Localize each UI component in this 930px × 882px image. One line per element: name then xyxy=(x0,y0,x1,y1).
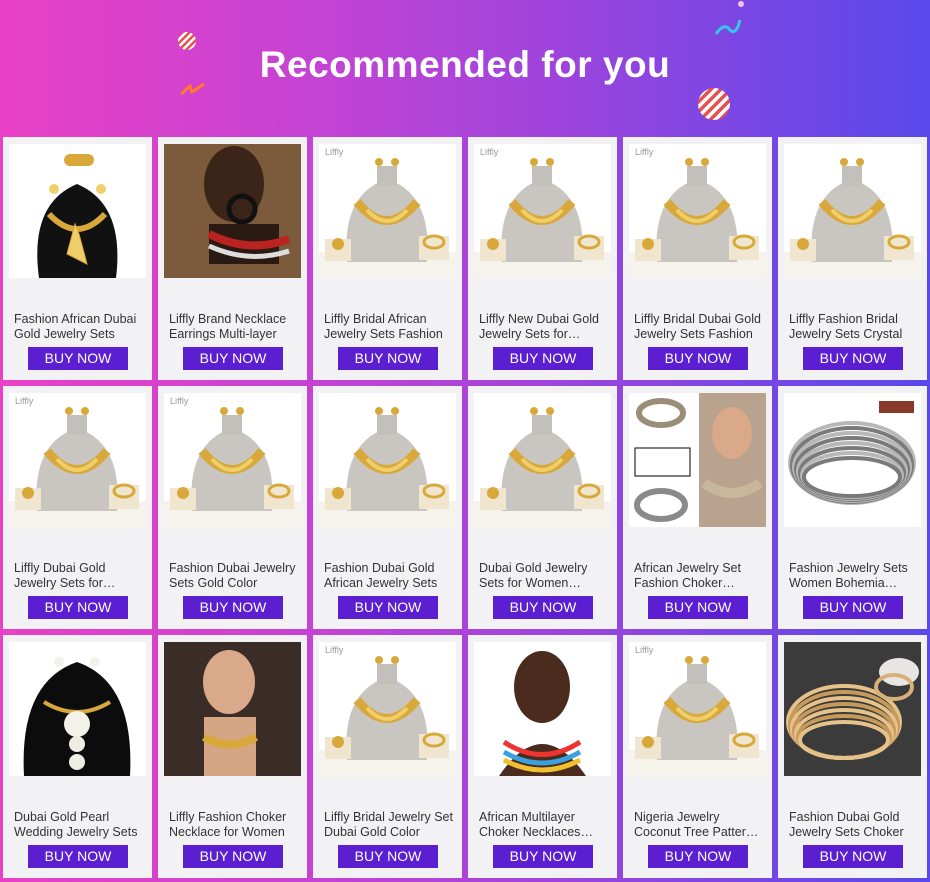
product-name[interactable]: Dubai Gold Jewelry Sets for Women Weddin… xyxy=(479,561,609,591)
product-card[interactable]: Liffly Fashion Bridal Jewelry Sets Cryst… xyxy=(778,137,927,380)
product-name[interactable]: Nigeria Jewelry Coconut Tree Pattern Set… xyxy=(634,810,764,840)
product-name[interactable]: Fashion Jewelry Sets Women Bohemia Neckl… xyxy=(789,561,919,591)
product-card[interactable]: Liffly Fashion Dubai Jewelry Sets Gold Co… xyxy=(158,386,307,629)
brand-watermark: Liffly xyxy=(170,396,189,406)
product-name[interactable]: Fashion Dubai Gold African Jewelry Sets xyxy=(324,561,454,591)
striped-ball-icon xyxy=(698,88,730,120)
product-name[interactable]: Liffly New Dubai Gold Jewelry Sets for W… xyxy=(479,312,609,342)
product-card[interactable]: Fashion Dubai Gold Jewelry Sets Choker BU… xyxy=(778,635,927,878)
product-image[interactable] xyxy=(474,642,611,776)
buy-now-button[interactable]: BUY NOW xyxy=(648,596,748,619)
buy-now-button[interactable]: BUY NOW xyxy=(493,845,593,868)
buy-now-button[interactable]: BUY NOW xyxy=(648,347,748,370)
product-name[interactable]: Fashion Dubai Gold Jewelry Sets Choker xyxy=(789,810,919,840)
product-image[interactable]: Liffly xyxy=(164,393,301,527)
product-image[interactable] xyxy=(164,642,301,776)
buy-now-button[interactable]: BUY NOW xyxy=(338,596,438,619)
product-image[interactable] xyxy=(9,642,146,776)
recommend-banner: Recommended for you xyxy=(0,0,930,136)
buy-now-button[interactable]: BUY NOW xyxy=(803,596,903,619)
brand-watermark: Liffly xyxy=(325,147,344,157)
product-card[interactable]: Liffly Liffly New Dubai Gold Jewelry Sets… xyxy=(468,137,617,380)
product-card[interactable]: Dubai Gold Pearl Wedding Jewelry Sets BUY… xyxy=(3,635,152,878)
product-card[interactable]: Fashion African Dubai Gold Jewelry Sets B… xyxy=(3,137,152,380)
product-image[interactable] xyxy=(164,144,301,278)
product-name[interactable]: Liffly Brand Necklace Earrings Multi-lay… xyxy=(169,312,299,342)
product-image[interactable] xyxy=(784,642,921,776)
product-name[interactable]: Fashion Dubai Jewelry Sets Gold Color xyxy=(169,561,299,591)
product-card[interactable]: Dubai Gold Jewelry Sets for Women Weddin… xyxy=(468,386,617,629)
buy-now-button[interactable]: BUY NOW xyxy=(183,845,283,868)
product-card[interactable]: African Multilayer Choker Necklaces Bead… xyxy=(468,635,617,878)
brand-watermark: Liffly xyxy=(325,645,344,655)
buy-now-button[interactable]: BUY NOW xyxy=(338,347,438,370)
buy-now-button[interactable]: BUY NOW xyxy=(648,845,748,868)
streamer-icon xyxy=(714,19,742,35)
product-name[interactable]: African Multilayer Choker Necklaces Bead… xyxy=(479,810,609,840)
product-name[interactable]: Liffly Bridal Jewelry Set Dubai Gold Col… xyxy=(324,810,454,840)
product-card[interactable]: Liffly Liffly Bridal African Jewelry Sets… xyxy=(313,137,462,380)
buy-now-button[interactable]: BUY NOW xyxy=(28,596,128,619)
buy-now-button[interactable]: BUY NOW xyxy=(493,347,593,370)
product-name[interactable]: Liffly Dubai Gold Jewelry Sets for Women xyxy=(14,561,144,591)
product-image[interactable] xyxy=(9,144,146,278)
product-name[interactable]: Liffly Fashion Choker Necklace for Women xyxy=(169,810,299,840)
product-card[interactable]: Liffly Liffly Bridal Jewelry Set Dubai Go… xyxy=(313,635,462,878)
product-name[interactable]: African Jewelry Set Fashion Choker Neckl… xyxy=(634,561,764,591)
product-card[interactable]: Liffly Brand Necklace Earrings Multi-lay… xyxy=(158,137,307,380)
brand-watermark: Liffly xyxy=(635,147,654,157)
brand-watermark: Liffly xyxy=(15,396,34,406)
product-card[interactable]: Fashion Jewelry Sets Women Bohemia Neckl… xyxy=(778,386,927,629)
product-image[interactable]: Liffly xyxy=(629,642,766,776)
product-image[interactable] xyxy=(784,144,921,278)
buy-now-button[interactable]: BUY NOW xyxy=(338,845,438,868)
product-image[interactable]: Liffly xyxy=(629,144,766,278)
product-name[interactable]: Liffly Bridal Dubai Gold Jewelry Sets Fa… xyxy=(634,312,764,342)
page-title: Recommended for you xyxy=(259,44,671,85)
product-image[interactable] xyxy=(474,393,611,527)
product-card[interactable]: Liffly Liffly Bridal Dubai Gold Jewelry S… xyxy=(623,137,772,380)
product-name[interactable]: Fashion African Dubai Gold Jewelry Sets xyxy=(14,312,144,342)
product-card[interactable]: Liffly Fashion Choker Necklace for Women… xyxy=(158,635,307,878)
product-card[interactable]: African Jewelry Set Fashion Choker Neckl… xyxy=(623,386,772,629)
product-image[interactable]: Liffly xyxy=(9,393,146,527)
buy-now-button[interactable]: BUY NOW xyxy=(803,347,903,370)
product-name[interactable]: Dubai Gold Pearl Wedding Jewelry Sets xyxy=(14,810,144,840)
product-image[interactable] xyxy=(319,393,456,527)
product-card[interactable]: Liffly Nigeria Jewelry Coconut Tree Patte… xyxy=(623,635,772,878)
brand-watermark: Liffly xyxy=(480,147,499,157)
product-card[interactable]: Liffly Liffly Dubai Gold Jewelry Sets for… xyxy=(3,386,152,629)
confetti-icon xyxy=(738,1,744,7)
product-image[interactable] xyxy=(629,393,766,527)
product-name[interactable]: Liffly Bridal African Jewelry Sets Fashi… xyxy=(324,312,454,342)
buy-now-button[interactable]: BUY NOW xyxy=(183,596,283,619)
product-name[interactable]: Liffly Fashion Bridal Jewelry Sets Cryst… xyxy=(789,312,919,342)
buy-now-button[interactable]: BUY NOW xyxy=(803,845,903,868)
buy-now-button[interactable]: BUY NOW xyxy=(493,596,593,619)
product-image[interactable]: Liffly xyxy=(319,642,456,776)
product-image[interactable]: Liffly xyxy=(474,144,611,278)
buy-now-button[interactable]: BUY NOW xyxy=(183,347,283,370)
brand-watermark: Liffly xyxy=(635,645,654,655)
product-image[interactable]: Liffly xyxy=(319,144,456,278)
buy-now-button[interactable]: BUY NOW xyxy=(28,845,128,868)
product-image[interactable] xyxy=(784,393,921,527)
buy-now-button[interactable]: BUY NOW xyxy=(28,347,128,370)
product-card[interactable]: Fashion Dubai Gold African Jewelry Sets B… xyxy=(313,386,462,629)
